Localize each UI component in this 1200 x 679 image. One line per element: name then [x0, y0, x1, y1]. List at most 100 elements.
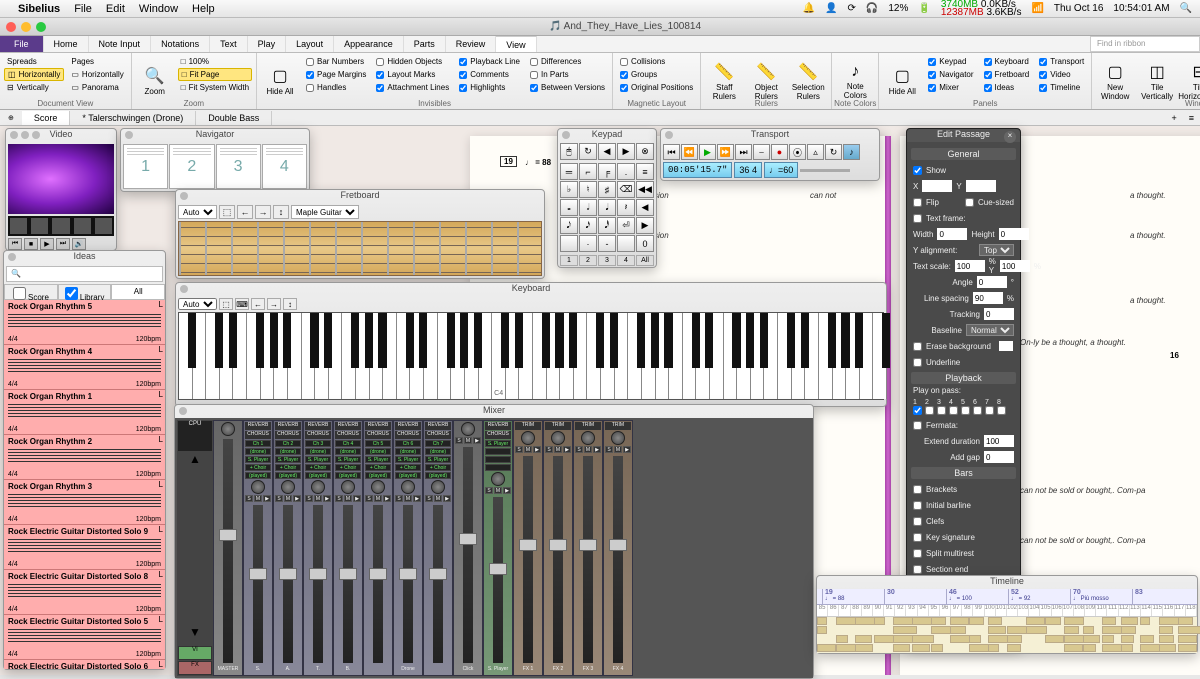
solo-btn[interactable]: S	[485, 487, 493, 494]
piano-key-black[interactable]	[515, 313, 523, 368]
timeline-block[interactable]	[969, 644, 989, 652]
idea-item[interactable]: Rock Electric Guitar Distorted Solo 6L4/…	[4, 660, 165, 669]
play-btn[interactable]: ▶	[443, 495, 451, 502]
transport-line[interactable]: ⎯	[753, 144, 770, 160]
mute-btn[interactable]: M	[344, 495, 352, 502]
chk-cuesized[interactable]	[965, 198, 974, 207]
insp-scalex[interactable]	[955, 260, 985, 272]
insp-yalign[interactable]: Top	[979, 244, 1014, 256]
piano-key-black[interactable]	[188, 313, 196, 368]
ideas-close[interactable]	[8, 253, 16, 261]
docview-vertically[interactable]: ⊟ Vertically	[4, 81, 64, 94]
keypad-btn[interactable]: 0	[636, 235, 654, 252]
channel-fader[interactable]	[553, 456, 563, 663]
pan-knob[interactable]	[491, 472, 505, 486]
mute-btn[interactable]: M	[374, 495, 382, 502]
chk-erasebg[interactable]	[913, 342, 922, 351]
tempo-slider[interactable]	[800, 169, 850, 172]
chk-timeline[interactable]: Timeline	[1036, 81, 1087, 94]
chorus-btn[interactable]: CHORUS	[365, 431, 391, 439]
menu-help[interactable]: Help	[192, 3, 215, 15]
transport-metronome-icon[interactable]: ▵	[807, 144, 824, 160]
kp-tab-4[interactable]: 4	[617, 255, 635, 266]
tab-review[interactable]: Review	[446, 36, 497, 52]
reverb-btn[interactable]: REVERB	[305, 422, 331, 430]
kb-stem-icon[interactable]: ↕	[283, 298, 297, 310]
insp-baseline[interactable]: Normal	[966, 324, 1014, 336]
insp-tracking[interactable]	[984, 308, 1014, 320]
doctab-bass[interactable]: Double Bass	[196, 111, 272, 125]
channel-fader[interactable]	[253, 505, 263, 663]
reverb-btn[interactable]: REVERB	[275, 422, 301, 430]
transport-close[interactable]	[665, 131, 673, 139]
idea-item[interactable]: Rock Electric Guitar Distorted Solo 5L4/…	[4, 615, 165, 660]
piano-key-black[interactable]	[555, 313, 563, 368]
channel-fader[interactable]	[493, 497, 503, 663]
timeline-block[interactable]	[1121, 617, 1138, 625]
piano-key-black[interactable]	[705, 313, 713, 368]
ideas-title[interactable]: Ideas	[4, 251, 165, 264]
docview-panorama[interactable]: ▭ Panorama	[68, 81, 126, 94]
keypad-btn[interactable]: ▶	[636, 217, 654, 234]
piano-key-black[interactable]	[801, 313, 809, 368]
ideas-tab-library[interactable]: Library	[58, 284, 112, 300]
kp-tab-all[interactable]: All	[636, 255, 654, 266]
timeline-block[interactable]	[1064, 617, 1084, 625]
timeline-block[interactable]	[1178, 617, 1193, 625]
piano-key-black[interactable]	[760, 313, 768, 368]
mute-btn[interactable]: M	[494, 487, 502, 494]
pan-knob[interactable]	[401, 480, 415, 494]
play-btn[interactable]: ▶	[293, 495, 301, 502]
tab-home[interactable]: Home	[44, 36, 89, 52]
pass-chk[interactable]	[913, 406, 922, 415]
video-stop[interactable]: ■	[24, 238, 38, 250]
chk-keyboard[interactable]: Keyboard	[981, 55, 1033, 68]
timeline-block[interactable]	[817, 626, 827, 634]
insp-y[interactable]	[966, 180, 996, 192]
chk-margins[interactable]: Page Margins	[303, 68, 369, 81]
navigator-title[interactable]: Navigator	[121, 129, 309, 142]
timeline-block[interactable]	[988, 626, 1006, 634]
timeline-bars[interactable]: 8586878889909192939495969798991001011021…	[817, 605, 1197, 617]
channel-fader[interactable]	[523, 456, 533, 663]
piano-key-black[interactable]	[651, 313, 659, 368]
keypad-btn[interactable]: 𝅘𝅥𝅯	[579, 217, 597, 234]
insp-x[interactable]	[922, 180, 952, 192]
insp-angle[interactable]	[977, 276, 1007, 288]
transport-loop-icon[interactable]: ↻	[825, 144, 842, 160]
chk-collisions[interactable]: Collisions	[617, 55, 696, 68]
channel-fader[interactable]	[313, 505, 323, 663]
idea-item[interactable]: Rock Electric Guitar Distorted Solo 9L4/…	[4, 525, 165, 570]
insp-extenddur[interactable]	[984, 435, 1014, 447]
timeline-block[interactable]	[855, 635, 872, 643]
timeline-tracks[interactable]	[817, 617, 1197, 653]
chk-sectionend[interactable]	[913, 565, 922, 574]
keypad-btn[interactable]: ⌐	[579, 163, 597, 180]
piano-key-black[interactable]	[882, 313, 890, 368]
timecode[interactable]: 00:05'15.7"	[663, 162, 732, 178]
timeline-block[interactable]	[1140, 617, 1150, 625]
pan-knob[interactable]	[431, 480, 445, 494]
chk-underline[interactable]	[913, 358, 922, 367]
chk-fermata[interactable]	[913, 421, 922, 430]
transport-play[interactable]: ▶	[699, 144, 716, 160]
chorus-btn[interactable]: CHORUS	[425, 431, 451, 439]
keypad-btn[interactable]: ╒	[598, 163, 616, 180]
piano-key-black[interactable]	[419, 313, 427, 368]
reverb-btn[interactable]: REVERB	[395, 422, 421, 430]
ideas-tab-score[interactable]: Score	[4, 284, 58, 300]
pan-knob[interactable]	[251, 480, 265, 494]
pass-chk[interactable]	[961, 406, 970, 415]
piano-key-black[interactable]	[692, 313, 700, 368]
solo-btn[interactable]: S	[305, 495, 313, 502]
expand-doctabs[interactable]: ⊕	[0, 114, 22, 122]
chk-keypad[interactable]: Keypad	[925, 55, 976, 68]
tab-notations[interactable]: Notations	[151, 36, 210, 52]
menu-edit[interactable]: Edit	[106, 3, 125, 15]
timeline-block[interactable]	[893, 635, 913, 643]
transport-ff[interactable]: ⏩	[717, 144, 734, 160]
fret-close[interactable]	[180, 192, 188, 200]
play-btn[interactable]: ▶	[413, 495, 421, 502]
keypad-next[interactable]: ▶	[617, 143, 635, 160]
fit-page[interactable]: □ Fit Page	[178, 68, 252, 81]
